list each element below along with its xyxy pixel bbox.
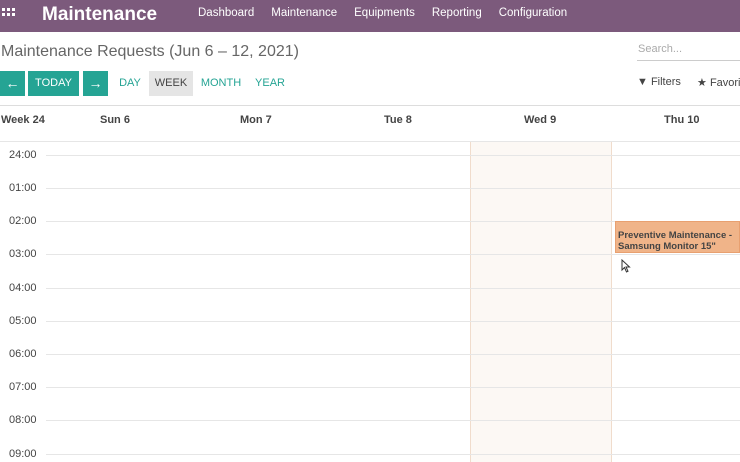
- arrow-left-icon: ←: [5, 75, 20, 91]
- week-number: Week 24: [1, 114, 45, 126]
- hour-label: 07:00: [9, 381, 37, 393]
- star-icon: ★: [697, 77, 707, 89]
- hour-line: [46, 155, 740, 156]
- day-header-tue[interactable]: Tue 8: [384, 114, 412, 126]
- menu-item-maintenance[interactable]: Maintenance: [271, 0, 337, 32]
- menu-item-configuration[interactable]: Configuration: [499, 0, 567, 32]
- hour-label: 03:00: [9, 248, 37, 260]
- top-navbar: Maintenance Dashboard Maintenance Equipm…: [0, 0, 740, 32]
- hour-line: [46, 321, 740, 322]
- scale-day-button[interactable]: DAY: [115, 71, 145, 96]
- day-header-mon[interactable]: Mon 7: [240, 114, 272, 126]
- hour-label: 06:00: [9, 348, 37, 360]
- filters-label: Filters: [650, 76, 681, 88]
- search-input[interactable]: [637, 37, 740, 61]
- hour-line: [46, 454, 740, 455]
- hour-label: 04:00: [9, 282, 37, 294]
- mouse-cursor-icon: [621, 259, 631, 273]
- event-title-line1: Preventive Maintenance -: [618, 230, 733, 241]
- hour-line: [46, 354, 740, 355]
- today-button[interactable]: TODAY: [28, 71, 79, 96]
- hour-label: 05:00: [9, 315, 37, 327]
- hour-line: [46, 254, 740, 255]
- hour-label: 08:00: [9, 414, 37, 426]
- hour-label: 09:00: [9, 448, 37, 460]
- event-title-line2: Samsung Monitor 15": [618, 241, 716, 252]
- calendar-event[interactable]: Preventive Maintenance - Samsung Monitor…: [615, 221, 740, 253]
- day-header-wed[interactable]: Wed 9: [524, 114, 556, 126]
- hour-label: 02:00: [9, 215, 37, 227]
- day-header-thu[interactable]: Thu 10: [664, 114, 699, 126]
- hour-label: 01:00: [9, 182, 37, 194]
- hour-line: [46, 420, 740, 421]
- menu-item-reporting[interactable]: Reporting: [432, 0, 482, 32]
- next-button[interactable]: →: [83, 71, 108, 96]
- hour-line: [46, 188, 740, 189]
- app-brand[interactable]: Maintenance: [42, 3, 157, 27]
- previous-button[interactable]: ←: [0, 71, 25, 96]
- scale-week-button[interactable]: WEEK: [149, 71, 193, 96]
- favorites-button[interactable]: ★ Favori: [697, 76, 740, 89]
- hour-line: [46, 387, 740, 388]
- apps-grid-icon[interactable]: [2, 8, 16, 22]
- scale-year-button[interactable]: YEAR: [252, 71, 288, 96]
- calendar-header: Week 24 Sun 6 Mon 7 Tue 8 Wed 9 Thu 10: [0, 106, 740, 136]
- header-border: [0, 141, 740, 142]
- page-title: Maintenance Requests (Jun 6 – 12, 2021): [1, 43, 299, 60]
- menu-item-equipments[interactable]: Equipments: [354, 0, 415, 32]
- filters-button[interactable]: ▼ Filters: [637, 76, 681, 88]
- main-menu: Dashboard Maintenance Equipments Reporti…: [198, 0, 584, 32]
- favorites-label: Favori: [709, 77, 740, 89]
- hour-line: [46, 288, 740, 289]
- scale-month-button[interactable]: MONTH: [197, 71, 245, 96]
- hour-label: 24:00: [9, 149, 37, 161]
- arrow-right-icon: →: [88, 75, 103, 91]
- menu-item-dashboard[interactable]: Dashboard: [198, 0, 254, 32]
- day-header-sun[interactable]: Sun 6: [100, 114, 130, 126]
- today-column[interactable]: [470, 142, 612, 462]
- filter-icon: ▼: [637, 76, 648, 88]
